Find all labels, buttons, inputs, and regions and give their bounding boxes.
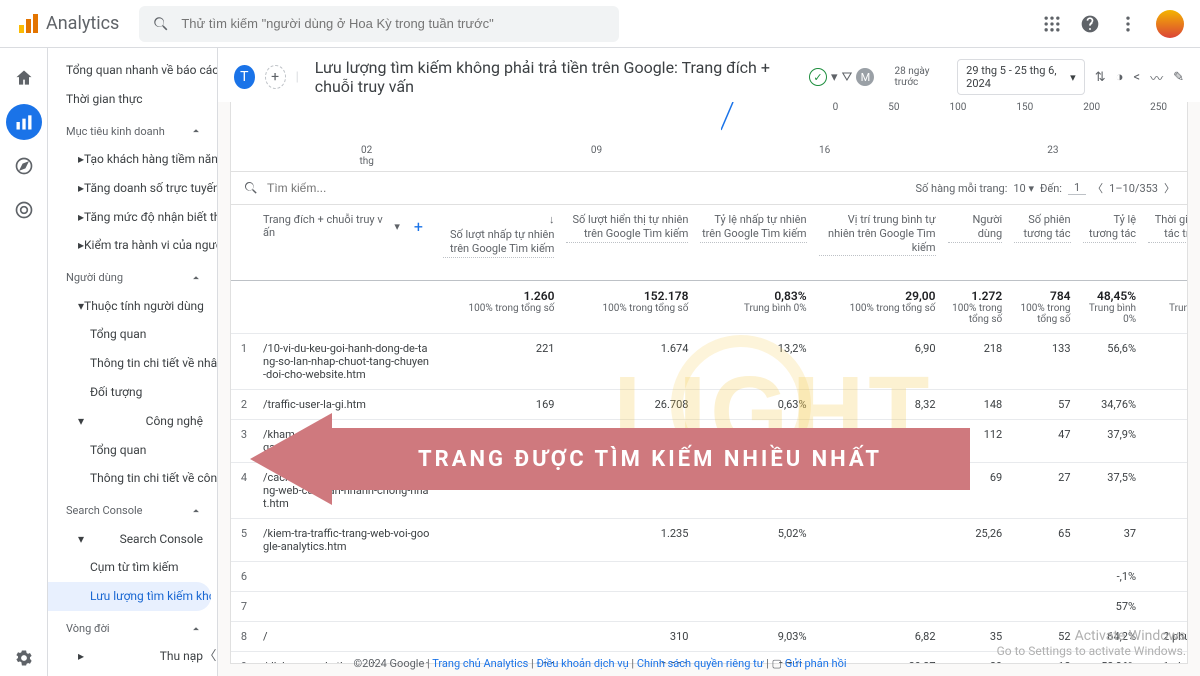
chart-line-segment [721, 102, 761, 132]
table-header-row: Trang đích + chuỗi truy vấn ▾ + ↓Số lượt… [231, 205, 1188, 281]
sidebar-group-lifecycle[interactable]: Vòng đời [48, 611, 217, 642]
sidebar-item-realtime[interactable]: Thời gian thực [48, 85, 217, 114]
chart-area: 050100150200250 02 thg091623 [230, 102, 1188, 172]
table-search[interactable] [243, 180, 905, 196]
sidebar-item-tech[interactable]: ▾ Công nghệ [48, 407, 217, 436]
chart-x-axis: 02 thg091623 [251, 145, 1167, 167]
main-content: T + | Lưu lượng tìm kiếm không phải trả … [218, 48, 1200, 676]
sidebar-item-attributes[interactable]: ▾ Thuộc tính người dùng [48, 292, 217, 321]
dimension-header[interactable]: Trang đích + chuỗi truy vấn [263, 213, 388, 239]
edit-icon[interactable]: ✎ [1173, 70, 1184, 85]
rail-ads-icon[interactable] [6, 192, 42, 228]
sidebar-item-overview2[interactable]: Tổng quan [48, 436, 217, 465]
sidebar-group-user[interactable]: Người dùng [48, 260, 217, 291]
insights-icon[interactable]: ◑ [1116, 69, 1124, 85]
page-title: Lưu lượng tìm kiếm không phải trả tiền t… [315, 58, 795, 96]
table-row[interactable]: 6-,1%25 giây [231, 562, 1188, 592]
sidebar-item-queries[interactable]: Cụm từ tìm kiếm [48, 553, 217, 582]
table-toolbar: Số hàng mỗi trang: 10 ▾ Đến: 1 〈 1–10/35… [230, 172, 1188, 205]
user-avatar[interactable] [1156, 10, 1184, 38]
m-badge-icon: M [856, 68, 874, 86]
sidebar-item-sc[interactable]: ▾ Search Console [48, 525, 217, 554]
date-range-picker[interactable]: 29 thg 5 - 25 thg 6, 2024 ▾ [957, 59, 1085, 95]
left-rail [0, 48, 48, 676]
rail-explore-icon[interactable] [6, 148, 42, 184]
search-icon [151, 14, 171, 34]
search-icon [243, 180, 259, 196]
sidebar-item-overview1[interactable]: Tổng quan [48, 320, 217, 349]
header-tools [1042, 10, 1184, 38]
sidebar-item-snapshot[interactable]: Tổng quan nhanh về báo cáo [48, 56, 217, 85]
table-row[interactable]: 3/kham-pha-cac-loai-traffic-user-organic… [231, 420, 1188, 463]
rail-reports-icon[interactable] [6, 104, 42, 140]
pagination: Số hàng mỗi trang: 10 ▾ Đến: 1 〈 1–10/35… [915, 180, 1175, 196]
filter-icon[interactable]: ⛛ [842, 70, 853, 85]
sidebar-item-audience[interactable]: Đối tượng [48, 378, 217, 407]
sidebar-group-sc[interactable]: Search Console [48, 493, 217, 524]
footer-link-feedback[interactable]: Gửi phản hồi [785, 657, 847, 670]
help-icon[interactable] [1080, 14, 1100, 34]
footer-link-home[interactable]: Trang chủ Analytics [432, 657, 528, 670]
share-icon[interactable]: < [1133, 70, 1140, 85]
compare-icon[interactable]: ⇅ [1095, 70, 1106, 85]
footer-link-privacy[interactable]: Chính sách quyền riêng tư [637, 657, 764, 670]
chart-y-axis: 050100150200250 [231, 102, 1187, 112]
totals-row: 1.260100% trong tổng số 152.178100% tron… [231, 281, 1188, 334]
sidebar-item-sales[interactable]: ▸ Tăng doanh số trực tuyến [48, 174, 217, 203]
trend-icon[interactable]: 〰 [1150, 68, 1163, 87]
menu-dots-icon[interactable] [1118, 14, 1138, 34]
chevron-down-icon[interactable]: ▾ [831, 70, 838, 85]
page-prev-button[interactable]: 〈 [1092, 180, 1103, 196]
data-table: LIGHT Trang đích + chuỗi truy vấn ▾ + ↓S… [230, 205, 1188, 664]
footer-link-terms[interactable]: Điều khoản dịch vụ [536, 657, 628, 670]
sidebar-item-demographics[interactable]: Thông tin chi tiết về nhân k... [48, 349, 217, 378]
verified-icon: ✓ [809, 68, 827, 86]
analytics-logo-icon [16, 12, 40, 36]
table-row[interactable]: 8/3109,03%6,82355264,2%2 phút 25 giây [231, 622, 1188, 652]
table-row[interactable]: 757%33 giây [231, 592, 1188, 622]
table-row[interactable]: 2/traffic-user-la-gi.htm16926.7080,63%8,… [231, 390, 1188, 420]
sidebar-item-engagement[interactable]: ▸ Mức độ tương tác [48, 671, 217, 676]
app-header: Analytics [0, 0, 1200, 48]
tab-letter-button[interactable]: T [234, 65, 255, 89]
sidebar-item-organic-traffic[interactable]: Lưu lượng tìm kiếm không ... [48, 582, 211, 611]
sidebar-item-behavior[interactable]: ▸ Kiểm tra hành vi của người d... [48, 231, 217, 260]
rail-home-icon[interactable] [6, 60, 42, 96]
page-next-button[interactable]: 〉 [1164, 180, 1175, 196]
goto-page-input[interactable]: 1 [1068, 181, 1086, 195]
table-search-input[interactable] [267, 181, 905, 195]
report-sidebar: Tổng quan nhanh về báo cáo Thời gian thự… [48, 48, 218, 676]
global-search-input[interactable] [181, 16, 607, 31]
sidebar-item-awareness[interactable]: ▸ Tăng mức độ nhận biết thươn... [48, 203, 217, 232]
add-tab-button[interactable]: + [265, 65, 286, 89]
add-dimension-button[interactable]: + [406, 217, 431, 236]
page-footer: ©2024 Google | Trang chủ Analytics | Điề… [0, 657, 1200, 670]
table-row[interactable]: 4/cach-do-luong-traffic-user-tren-trang-… [231, 463, 1188, 519]
brand-name: Analytics [46, 13, 119, 34]
global-search[interactable] [139, 6, 619, 42]
date-prefix: 28 ngày trước [894, 66, 947, 88]
apps-icon[interactable] [1042, 14, 1062, 34]
table-row[interactable]: 5/kiem-tra-traffic-trang-web-voi-google-… [231, 519, 1188, 562]
rows-per-page-select[interactable]: 10 ▾ [1013, 182, 1034, 195]
brand: Analytics [16, 12, 119, 36]
sidebar-item-leads[interactable]: ▸ Tạo khách hàng tiềm năng [48, 145, 217, 174]
sidebar-group-business[interactable]: Mục tiêu kinh doanh [48, 114, 217, 145]
title-bar: T + | Lưu lượng tìm kiếm không phải trả … [218, 48, 1200, 102]
table-row[interactable]: 1/10-vi-du-keu-goi-hanh-dong-de-tang-so-… [231, 334, 1188, 390]
sidebar-item-techdetail[interactable]: Thông tin chi tiết về công ... [48, 464, 217, 493]
